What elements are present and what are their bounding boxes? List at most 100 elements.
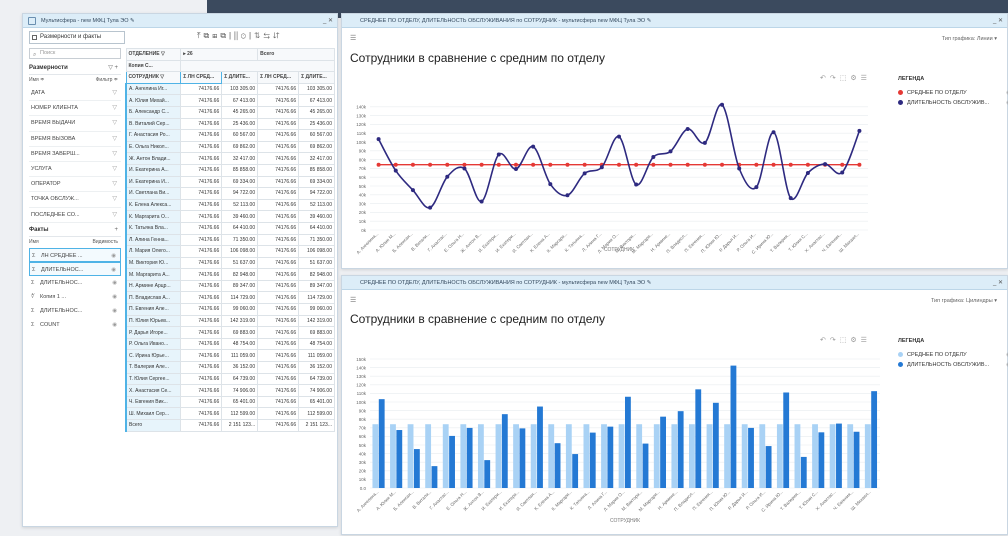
table-row[interactable]: Л. Мария Олего... 74176.66 106 098.00 74176… [125, 245, 335, 258]
value-cell: 74176.66 [257, 279, 300, 293]
dimension-item[interactable]: ОПЕРАТОР ▽ [29, 177, 121, 193]
table-row[interactable]: Ч. Евгения Вик... 74176.66 65 401.00 74176.… [125, 395, 335, 409]
table-row[interactable]: Г. Анастасия Ро... 74176.66 60 567.00 74176… [125, 129, 335, 142]
window-controls[interactable]: _ ✕ [323, 14, 333, 27]
value-cell: 74176.66 [257, 395, 300, 409]
table-row[interactable]: И. Екатерина И... 74176.66 69 334.00 74176.… [125, 175, 335, 189]
dimension-item[interactable]: УСЛУГА ▽ [29, 162, 121, 178]
table-row[interactable]: Р. Дарья Игоре... 74176.66 69 883.00 74176.… [125, 326, 335, 339]
employee-cell: С. Ирина Юрье... [125, 349, 182, 363]
table-row[interactable]: Л. Алина Генна... 74176.66 71 350.00 74176.… [125, 233, 335, 247]
table-row[interactable]: А. Ангелина Иг... 74176.66 103 305.00 74176… [125, 82, 335, 96]
header-col[interactable]: Σ ЛН СРЕД... [257, 71, 300, 84]
bar [671, 424, 678, 488]
fact-label: ДЛИТЕЛЬНОС... [40, 307, 83, 314]
value-cell: 74176.66 [257, 291, 300, 305]
table-row[interactable]: Т. Валерия Але... 74176.66 36 152.00 74176.… [125, 361, 335, 374]
y-tick-label: 40k [359, 451, 367, 456]
fact-item[interactable]: Σ ДЛИТЕЛЬНОС... ◉ [29, 261, 121, 277]
header-copy[interactable]: Копия С... [125, 59, 182, 73]
visibility-icon[interactable]: ◉ [112, 304, 117, 318]
header-col[interactable]: Σ ДЛИТЕ... [298, 71, 335, 84]
header-department[interactable]: ОТДЕЛЕНИЕ ▽ [125, 48, 182, 61]
table-row[interactable]: К. Елена Алекса... 74176.66 52 113.00 74176… [125, 198, 335, 212]
table-row[interactable]: К. Маргарита О... 74176.66 39 460.00 74176.… [125, 210, 335, 223]
add-fact-icon[interactable]: + [114, 223, 118, 237]
table-row[interactable]: Х. Анастасия Се... 74176.66 74 906.00 74176… [125, 384, 335, 397]
fact-item[interactable]: Σ COUNT ◉ [29, 318, 121, 332]
view-mode-dropdown[interactable]: Размерности и факты [29, 31, 125, 44]
fact-item[interactable]: Σ ДЛИТЕЛЬНОС... ◉ [29, 304, 121, 318]
toolbar-icons[interactable]: ⤒⧉⊞⧉|⫼⊙|⇅⇆⇵ [197, 31, 282, 41]
dimension-item[interactable]: ДАТА ▽ [29, 86, 121, 102]
value-cell: 60 567.00 [221, 129, 259, 142]
table-row[interactable]: Ш. Михаил Сер... 74176.66 112 599.00 74176.… [125, 407, 335, 420]
fact-item[interactable]: Σ ЛН СРЕДНЕЕ ... ◉ [29, 247, 121, 263]
dimension-item[interactable]: ВРЕМЯ ЗАВЕРШ... ▽ [29, 147, 121, 162]
table-row[interactable]: В. Виталий Сер... 74176.66 25 436.00 74176.… [125, 117, 335, 131]
table-row[interactable]: Р. Ольга Ивано... 74176.66 48 754.00 74176.… [125, 337, 335, 351]
bar [466, 427, 473, 488]
table-row[interactable]: И. Светлана Ви... 74176.66 94 722.00 74176.… [125, 187, 335, 200]
dimension-item[interactable]: ТОЧКА ОБСЛУЖ... ▽ [29, 192, 121, 208]
header-col[interactable]: Σ ЛН СРЕД... [180, 71, 223, 84]
visibility-icon[interactable]: ◉ [112, 318, 117, 332]
bar [554, 443, 561, 488]
data-point [479, 162, 484, 167]
bar [636, 424, 643, 488]
table-row[interactable]: Ж. Антон Влади... 74176.66 32 417.00 74176.… [125, 152, 335, 165]
data-point [788, 196, 793, 201]
visibility-icon[interactable]: ◉ [111, 263, 116, 277]
table-row[interactable]: М. Маргарита А... 74176.66 82 948.00 74176.… [125, 268, 335, 281]
filter-add-icons[interactable]: ▽ + [108, 61, 118, 75]
table-row[interactable]: И. Екатерина А... 74176.66 85 858.00 74176.… [125, 163, 335, 177]
value-cell: 36 152.00 [221, 361, 259, 374]
value-cell: 64 410.00 [298, 221, 335, 235]
dimension-item[interactable]: ПОСЛЕДНЕЕ СО... ▽ [29, 208, 121, 223]
filter-icon[interactable]: ▽ [112, 116, 117, 131]
visibility-icon[interactable]: ◉ [111, 249, 116, 263]
table-row[interactable]: П. Евгения Але... 74176.66 99 060.00 74176.… [125, 303, 335, 316]
table-row[interactable]: П. Юлия Юрьев... 74176.66 142 319.00 74176.… [125, 314, 335, 328]
header-employee[interactable]: СОТРУДНИК ▽ [125, 71, 182, 84]
filter-icon[interactable]: ▽ [112, 177, 117, 192]
value-cell: 89 347.00 [298, 279, 335, 293]
table-row[interactable]: Б. Александр С... 74176.66 45 265.00 74176.… [125, 105, 335, 119]
table-row[interactable]: Н. Армине Арцр... 74176.66 89 347.00 74176.… [125, 279, 335, 293]
table-row[interactable]: К. Татьяна Вла... 74176.66 64 410.00 74176.… [125, 221, 335, 235]
bar [836, 423, 842, 488]
header-count[interactable]: ▸ 26 [180, 48, 259, 61]
value-cell: 74176.66 [257, 152, 300, 165]
visibility-icon[interactable]: ◉ [112, 276, 117, 290]
sort-filter-label[interactable]: Фильтр ≑ [96, 75, 118, 86]
fact-item[interactable]: ∜ Копия 1 ... ◉ [29, 290, 121, 304]
filter-icon[interactable]: ▽ [112, 208, 117, 223]
bar [871, 391, 878, 488]
header-col[interactable]: Σ ДЛИТЕ... [221, 71, 259, 84]
bar [390, 424, 396, 488]
facts-list: Σ ЛН СРЕДНЕЕ ... ◉ Σ ДЛИТЕЛЬНОС... ◉ Σ ДЛИТЕЛЬН… [29, 247, 121, 332]
search-input[interactable]: ⌕ Поиск [29, 48, 121, 59]
dimension-item[interactable]: ВРЕМЯ ВЫЗОВА ▽ [29, 132, 121, 147]
table-row[interactable]: С. Ирина Юрье... 74176.66 111 059.00 74176.… [125, 349, 335, 363]
value-cell: 74176.66 [257, 105, 300, 119]
table-row[interactable]: Е. Ольга Никол... 74176.66 69 862.00 74176.… [125, 140, 335, 154]
filter-icon[interactable]: ▽ [112, 192, 117, 207]
dimension-item[interactable]: НОМЕР КЛИЕНТА ▽ [29, 101, 121, 117]
filter-icon[interactable]: ▽ [112, 147, 117, 162]
filter-icon[interactable]: ▽ [112, 162, 117, 177]
fact-item[interactable]: Σ ДЛИТЕЛЬНОС... ◉ [29, 276, 121, 290]
table-row[interactable]: А. Юлия Михай... 74176.66 67 413.00 74176.6… [125, 94, 335, 107]
filter-icon[interactable]: ▽ [112, 101, 117, 116]
table-row[interactable]: П. Владислав А... 74176.66 114 729.00 74176… [125, 291, 335, 305]
visibility-icon[interactable]: ◉ [112, 290, 117, 304]
table-row[interactable]: Всего 74176.66 2 151 123... 74176.66 2 151 1… [125, 419, 335, 432]
table-row[interactable]: Т. Юлия Сергее... 74176.66 64 739.00 74176.… [125, 372, 335, 386]
table-row[interactable]: М. Виктория Ю... 74176.66 51 637.00 74176.6… [125, 256, 335, 270]
dimension-item[interactable]: ВРЕМЯ ВЫДАЧИ ▽ [29, 116, 121, 132]
filter-icon[interactable]: ▽ [112, 132, 117, 147]
panel-titlebar[interactable]: Мультисфера - new МФЦ Тула ЭО ✎ _ ✕ [23, 14, 337, 28]
sort-name-label[interactable]: Имя ≑ [29, 77, 44, 83]
filter-icon[interactable]: ▽ [112, 86, 117, 101]
employee-cell: М. Маргарита А... [125, 268, 182, 281]
